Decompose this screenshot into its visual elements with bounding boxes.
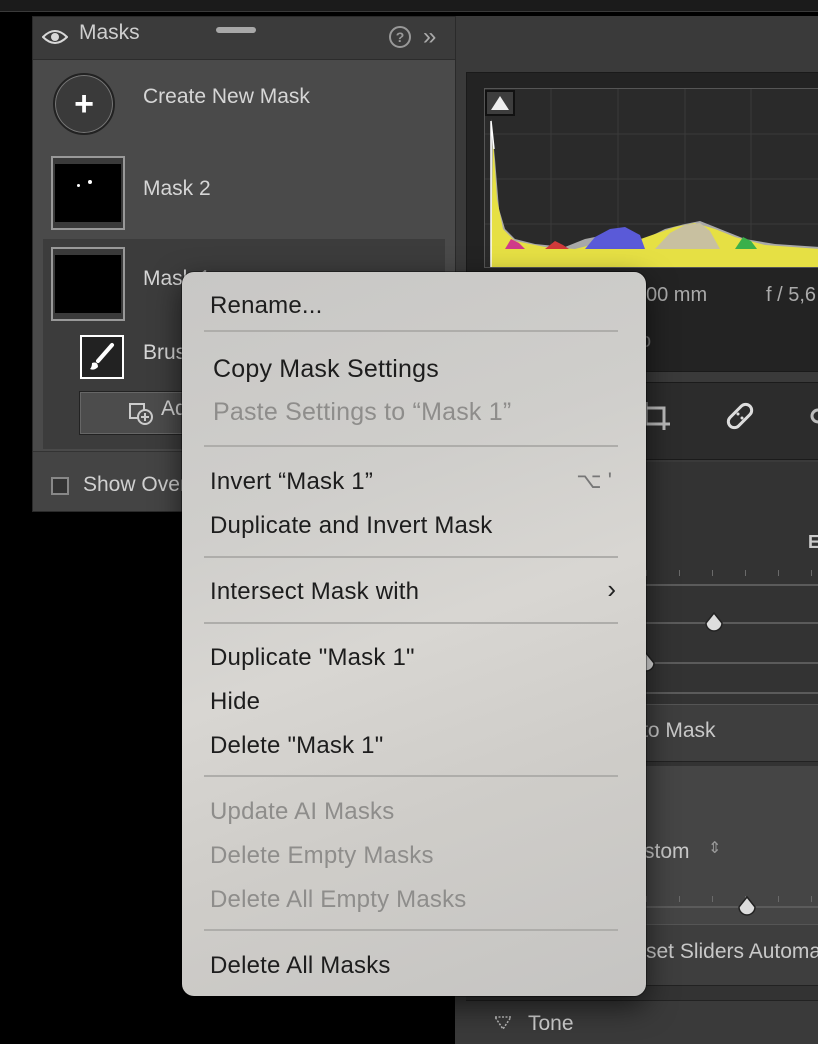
masks-title: Masks — [79, 21, 140, 44]
chevron-right-icon: › — [607, 574, 616, 604]
masks-header: Masks ? » — [33, 17, 455, 60]
menu-item-intersect-mask-with[interactable]: Intersect Mask with — [210, 578, 419, 606]
menu-item-duplicate[interactable]: Duplicate "Mask 1" — [210, 644, 415, 672]
panel-label-partial: E — [808, 532, 818, 552]
tone-section-header[interactable] — [466, 1000, 818, 1044]
focal-length: 00 mm — [646, 284, 708, 306]
tool-icon-partial[interactable] — [806, 396, 818, 436]
slider-knob[interactable] — [737, 896, 757, 918]
menu-item-delete[interactable]: Delete "Mask 1" — [210, 732, 383, 760]
mask-thumbnail-mask-1[interactable] — [51, 247, 125, 321]
collapse-icon[interactable]: » — [423, 23, 436, 51]
help-icon[interactable]: ? — [389, 26, 411, 48]
slider-track-3[interactable] — [646, 662, 818, 664]
menu-item-invert[interactable]: Invert “Mask 1” — [210, 468, 373, 496]
show-overlay-checkbox[interactable] — [51, 477, 69, 495]
brush-component[interactable] — [80, 335, 124, 379]
histogram — [484, 88, 818, 268]
menu-separator — [204, 775, 618, 777]
menu-item-delete-all-empty-masks: Delete All Empty Masks — [210, 886, 467, 913]
slider-ticks — [646, 570, 818, 576]
invert-shortcut: ⌥ ' — [576, 468, 612, 493]
reset-sliders-label[interactable]: set Sliders Automa — [646, 940, 818, 964]
slider-track-2[interactable] — [646, 622, 818, 624]
create-new-mask-label[interactable]: Create New Mask — [143, 85, 310, 109]
auto-mask-label[interactable]: to Mask — [642, 719, 716, 743]
mask-thumbnail-mask-2[interactable] — [51, 156, 125, 230]
menu-item-paste-settings: Paste Settings to “Mask 1” — [213, 398, 512, 426]
create-new-mask-button[interactable]: + — [53, 73, 115, 135]
slider-track-4[interactable] — [646, 692, 818, 694]
healing-icon[interactable] — [720, 396, 760, 436]
menu-separator — [204, 929, 618, 931]
menu-item-duplicate-and-invert[interactable]: Duplicate and Invert Mask — [210, 512, 492, 540]
mask-label-mask-2[interactable]: Mask 2 — [143, 177, 211, 201]
eye-icon[interactable] — [42, 28, 68, 46]
brush-icon — [90, 343, 114, 370]
mask-context-menu: Rename... Copy Mask Settings Paste Setti… — [182, 272, 646, 996]
triangle-icon — [491, 96, 509, 110]
aperture: f / 5,6 — [766, 284, 817, 306]
menu-item-update-ai-masks: Update AI Masks — [210, 798, 395, 825]
drag-handle[interactable] — [216, 27, 256, 33]
slider-ticks — [646, 896, 818, 902]
slider-knob[interactable] — [704, 612, 724, 634]
menu-item-delete-empty-masks: Delete Empty Masks — [210, 842, 434, 869]
custom-select[interactable]: stom — [644, 840, 690, 864]
clipping-warning-toggle[interactable] — [485, 90, 515, 116]
disclosure-triangle-icon — [494, 1016, 512, 1030]
slider-track-5[interactable] — [646, 906, 818, 908]
menu-item-copy-mask-settings[interactable]: Copy Mask Settings — [213, 355, 439, 384]
menu-separator — [204, 622, 618, 624]
slider-track-1[interactable] — [646, 584, 818, 586]
menu-separator — [204, 445, 618, 447]
updown-icon: ⇕ — [708, 840, 722, 857]
menu-separator — [204, 330, 618, 332]
menu-item-delete-all-masks[interactable]: Delete All Masks — [210, 952, 391, 980]
tone-label: Tone — [528, 1012, 574, 1035]
add-mask-icon — [129, 403, 153, 425]
menu-separator — [204, 556, 618, 558]
menu-item-rename[interactable]: Rename... — [210, 292, 323, 320]
menu-item-hide[interactable]: Hide — [210, 688, 260, 716]
top-strip — [0, 0, 818, 12]
